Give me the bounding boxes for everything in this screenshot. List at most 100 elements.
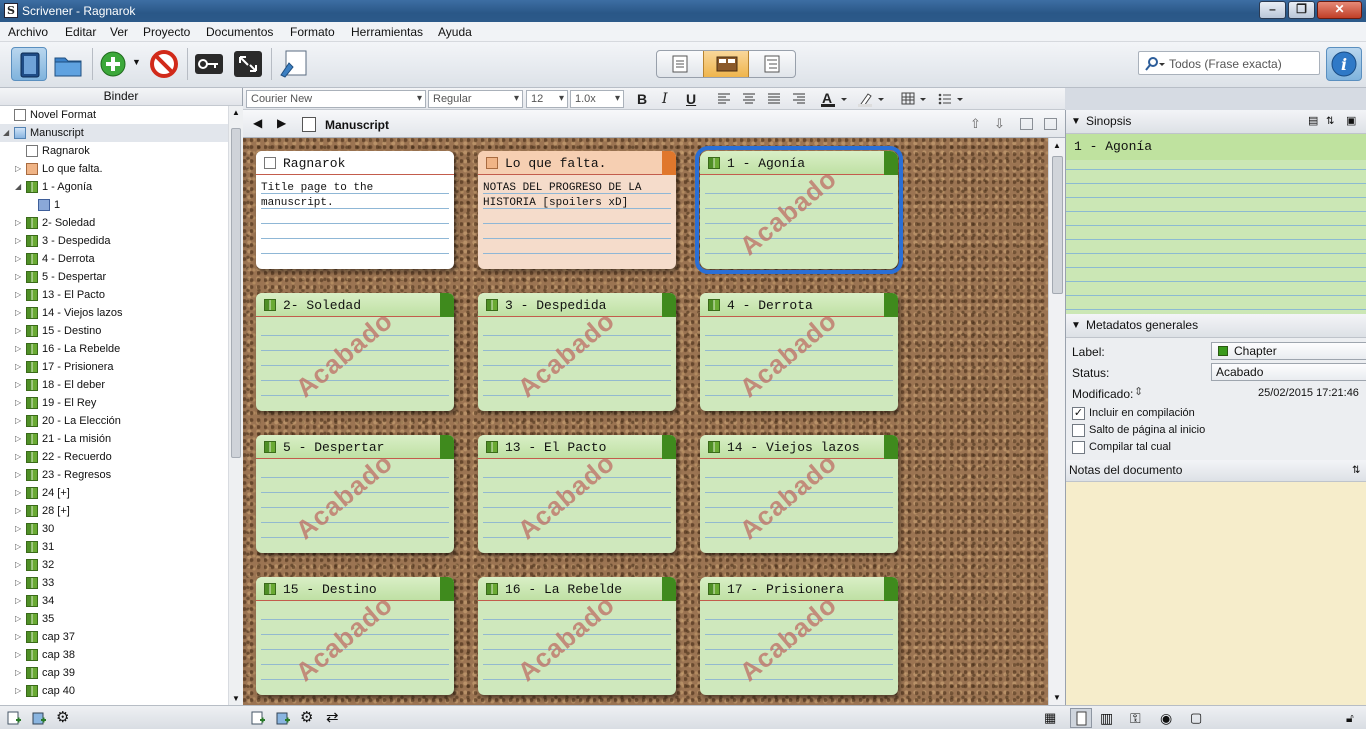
binder-item[interactable]: ▷ 15 - Destino [0,322,228,340]
notes-stepper-icon[interactable]: ⇅ [1352,460,1360,481]
align-left-icon[interactable] [717,92,731,106]
binder-item[interactable]: ▷ 35 [0,610,228,628]
expanded-triangle-icon[interactable]: ◢ [15,178,25,196]
scroll-down-arrow[interactable]: ▼ [232,694,240,703]
checkbox[interactable] [1072,424,1085,437]
label-select[interactable]: Chapter [1211,342,1366,360]
collapsed-triangle-icon[interactable]: ▷ [15,430,25,448]
binder-item[interactable]: ▷ 5 - Despertar [0,268,228,286]
index-card[interactable]: 14 - Viejos lazos Acabado [700,435,898,553]
collapsed-triangle-icon[interactable]: ▷ [15,412,25,430]
collapsed-triangle-icon[interactable]: ▷ [15,646,25,664]
collapsed-triangle-icon[interactable]: ▷ [15,592,25,610]
keywords-key-icon[interactable]: ⚿ [1130,710,1146,726]
collapsed-triangle-icon[interactable]: ▷ [15,538,25,556]
collapsed-triangle-icon[interactable]: ▷ [15,268,25,286]
font-size-select[interactable]: 12 [526,90,568,108]
new-folder-icon[interactable] [275,710,291,726]
binder-item[interactable]: ▷ 18 - El deber [0,376,228,394]
binder-item[interactable]: ▷ 19 - El Rey [0,394,228,412]
checkbox-label[interactable]: Incluir en compilación [1089,407,1195,419]
bold-button[interactable]: B [637,90,647,108]
fullscreen-button[interactable] [230,47,266,81]
collapsed-triangle-icon[interactable]: ▷ [15,682,25,700]
menu-proyecto[interactable]: Proyecto [143,25,190,39]
binder-item[interactable]: ▷ cap 39 [0,664,228,682]
card-title-bar[interactable]: Ragnarok [256,151,454,175]
text-color-icon[interactable]: A [821,91,851,107]
list-icon[interactable] [938,91,968,107]
synopsis-card[interactable] [1066,134,1366,314]
binder-item[interactable]: ▷ 33 [0,574,228,592]
line-spacing-select[interactable]: 1.0x [570,90,624,108]
index-card[interactable]: Lo que falta. NOTAS DEL PROGRESO DE LA HI… [478,151,676,269]
card-title[interactable]: 3 - Despedida [505,298,606,313]
index-card[interactable]: 2- Soledad Acabado [256,293,454,411]
menu-ver[interactable]: Ver [110,25,128,39]
card-title-bar[interactable]: 13 - El Pacto [478,435,676,459]
card-title[interactable]: 4 - Derrota [727,298,813,313]
synopsis-title[interactable]: 1 - Agonía [1066,134,1366,160]
binder-item[interactable]: ▷ 34 [0,592,228,610]
notes-tab-icon[interactable] [1070,708,1092,728]
synopsis-image-icon[interactable]: ▣ [1346,110,1356,133]
keywords-button[interactable] [191,47,227,81]
binder-item[interactable]: ▷ 20 - La Elección [0,412,228,430]
binder-item[interactable]: ▷ 24 [+] [0,484,228,502]
card-title-bar[interactable]: 1 - Agonía [700,151,898,175]
maximize-button[interactable]: ❐ [1288,1,1315,19]
split-horizontal-icon[interactable] [1044,118,1057,130]
binder-item[interactable]: ▷ 16 - La Rebelde [0,340,228,358]
align-justify-icon[interactable] [767,92,781,106]
collapsed-triangle-icon[interactable]: ▷ [15,340,25,358]
modified-toggle-icon[interactable]: ⇕ [1134,385,1143,398]
index-card[interactable]: 4 - Derrota Acabado [700,293,898,411]
add-button[interactable] [96,47,132,81]
scroll-down-arrow[interactable]: ▼ [1053,693,1061,702]
collapsed-triangle-icon[interactable]: ▷ [15,502,25,520]
status-select[interactable]: Acabado [1211,363,1366,381]
card-title[interactable]: Ragnarok [283,156,345,171]
collapsed-triangle-icon[interactable]: ▷ [15,322,25,340]
index-card[interactable]: 16 - La Rebelde Acabado [478,577,676,695]
nav-back-icon[interactable]: ◀ [253,116,262,130]
collapsed-triangle-icon[interactable]: ▷ [15,628,25,646]
synopsis-image-toggle-icon[interactable]: ▤ [1308,110,1318,133]
document-notes-area[interactable] [1066,482,1366,705]
collapsed-triangle-icon[interactable]: ▷ [15,214,25,232]
menu-herramientas[interactable]: Herramientas [351,25,423,39]
underline-button[interactable]: U [686,90,696,108]
synopsis-stepper-icon[interactable]: ⇅ [1326,110,1334,133]
card-title[interactable]: 15 - Destino [283,582,377,597]
collapse-triangle-icon[interactable]: ▼ [1071,110,1081,133]
binder-item[interactable]: ▷ cap 40 [0,682,228,700]
binder-item[interactable]: ▷ 32 [0,556,228,574]
corkboard-scroll-thumb[interactable] [1052,156,1063,294]
delete-button[interactable] [146,47,182,81]
collapsed-triangle-icon[interactable]: ▷ [15,160,25,178]
index-card[interactable]: 5 - Despertar Acabado [256,435,454,553]
comments-icon[interactable]: ▢ [1190,710,1206,726]
binder-item[interactable]: ▷ 31 [0,538,228,556]
checkbox-label[interactable]: Compilar tal cual [1089,441,1171,453]
binder-item[interactable]: ▷ Lo que falta. [0,160,228,178]
binder-item[interactable]: Novel Format [0,106,228,124]
nav-forward-icon[interactable]: ▶ [277,116,286,130]
new-folder-icon[interactable] [31,710,47,726]
checkbox[interactable] [1072,441,1085,454]
grid-view-icon[interactable]: ▦ [1044,710,1060,726]
index-card[interactable]: 3 - Despedida Acabado [478,293,676,411]
search-box[interactable]: Todos (Frase exacta) [1138,51,1320,75]
align-right-icon[interactable] [792,92,806,106]
collections-button[interactable] [50,47,86,81]
card-synopsis[interactable]: NOTAS DEL PROGRESO DE LA HISTORIA [spoil… [483,181,671,211]
add-dropdown-icon[interactable]: ▼ [132,57,141,67]
binder-item[interactable]: ▷ 4 - Derrota [0,250,228,268]
collapsed-triangle-icon[interactable]: ▷ [15,376,25,394]
collapsed-triangle-icon[interactable]: ▷ [15,664,25,682]
swap-arrows-icon[interactable]: ⇄ [326,710,342,726]
menu-archivo[interactable]: Archivo [8,25,48,39]
binder-item[interactable]: ▷ cap 37 [0,628,228,646]
menu-ayuda[interactable]: Ayuda [438,25,472,39]
font-family-select[interactable]: Courier New [246,90,426,108]
